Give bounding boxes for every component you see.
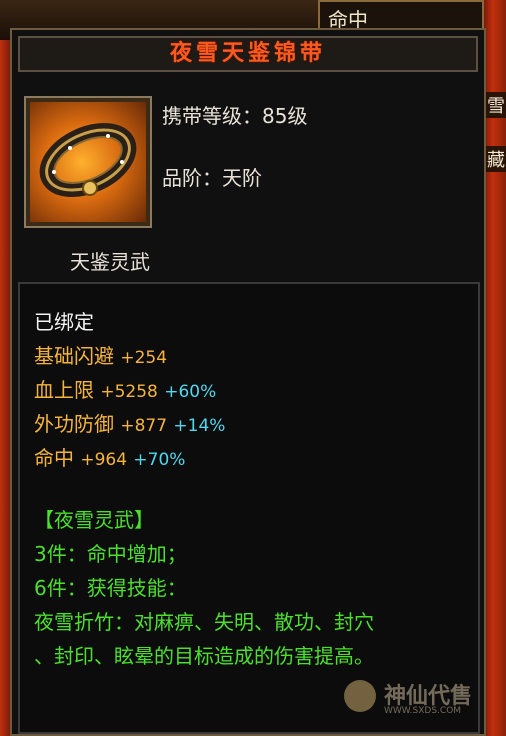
set-line: 夜雪折竹：对麻痹、失明、散功、封穴 — [34, 610, 374, 634]
item-icon-frame — [24, 96, 152, 228]
stat-name: 基础闪避 — [34, 344, 114, 368]
item-title: 夜雪天鉴锦带 — [169, 41, 326, 66]
side-button-1[interactable]: 雪 — [486, 92, 506, 118]
item-grade: 品阶：天阶 — [162, 166, 262, 190]
stat-name: 血上限 — [34, 378, 94, 402]
stat-name: 命中 — [34, 446, 74, 470]
item-stats-box: 已绑定 基础闪避 +254 血上限 +5258 +60% 外功防御 +877 +… — [18, 282, 480, 734]
stat-percent: +60% — [164, 382, 217, 402]
set-line: 、封印、眩晕的目标造成的伤害提高。 — [34, 644, 374, 668]
item-tooltip: 夜雪天鉴锦带 携带等级：85级 品阶：天阶 天鉴灵武 已绑定 基础闪避 +254… — [10, 28, 486, 736]
stat-value: +877 — [120, 416, 168, 436]
carry-level: 携带等级：85级 — [162, 104, 308, 128]
stat-name: 外功防御 — [34, 412, 114, 436]
stat-value: +254 — [120, 348, 168, 368]
stat-percent: +14% — [173, 416, 226, 436]
side-button-2[interactable]: 藏 — [486, 146, 506, 172]
set-line: 6件：获得技能： — [34, 576, 187, 600]
watermark-url: WWW.SXDS.COM — [384, 706, 462, 716]
bound-status: 已绑定 — [34, 310, 94, 334]
stat-row: 基础闪避 +254 — [34, 340, 167, 369]
stat-value: +5258 — [100, 382, 158, 402]
item-subtitle: 天鉴灵武 — [70, 250, 150, 274]
watermark: 神仙代售 WWW.SXDS.COM — [344, 678, 484, 718]
stat-row: 血上限 +5258 +60% — [34, 374, 216, 403]
item-title-bar: 夜雪天鉴锦带 — [18, 36, 478, 72]
set-name: 【夜雪灵武】 — [34, 508, 154, 532]
stat-percent: +70% — [133, 450, 186, 470]
set-line: 3件：命中增加； — [34, 542, 187, 566]
belt-icon — [30, 102, 146, 222]
watermark-logo-icon — [344, 680, 376, 712]
stat-row: 命中 +964 +70% — [34, 442, 185, 471]
stat-row: 外功防御 +877 +14% — [34, 408, 225, 437]
stat-value: +964 — [80, 450, 128, 470]
